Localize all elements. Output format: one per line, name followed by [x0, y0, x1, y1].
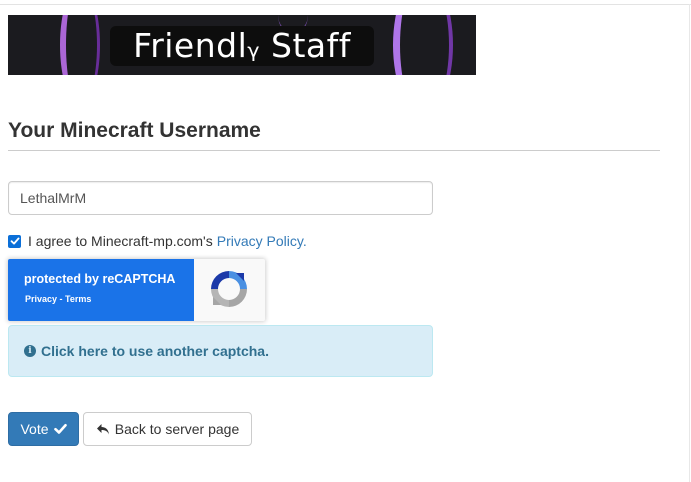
vote-label: Vote: [20, 421, 49, 437]
check-icon: [10, 237, 19, 245]
privacy-agree-row[interactable]: I agree to Minecraft-mp.com's Privacy Po…: [8, 232, 307, 249]
privacy-policy-link[interactable]: Privacy Policy.: [217, 233, 307, 249]
info-circle-icon: i: [24, 345, 36, 357]
top-divider: [0, 4, 691, 5]
section-title: Your Minecraft Username: [8, 119, 261, 142]
vote-button[interactable]: Vote: [8, 412, 79, 446]
username-input[interactable]: [8, 181, 433, 215]
banner-text: Friendlᵧ Staff: [133, 26, 351, 65]
alternate-captcha-link[interactable]: i Click here to use another captcha.: [8, 325, 433, 377]
recaptcha-badge[interactable]: protected by reCAPTCHA Privacy - Terms: [8, 259, 265, 321]
alternate-captcha-text: Click here to use another captcha.: [41, 343, 269, 359]
recaptcha-logo-icon: [211, 271, 247, 307]
check-icon: [53, 423, 67, 434]
server-banner: Friendlᵧ Staff: [8, 15, 476, 75]
right-divider: [689, 4, 690, 482]
banner-glow: [393, 15, 453, 75]
title-divider: [8, 150, 660, 151]
agree-text: I agree to Minecraft-mp.com's: [28, 232, 213, 249]
back-label: Back to server page: [114, 421, 240, 437]
agree-checkbox[interactable]: [8, 234, 21, 248]
banner-glow: [60, 15, 100, 75]
reply-arrow-icon: [96, 423, 109, 434]
recaptcha-protected-text: protected by reCAPTCHA: [24, 272, 176, 286]
back-to-server-button[interactable]: Back to server page: [83, 412, 252, 446]
recaptcha-panel: protected by reCAPTCHA Privacy - Terms: [8, 259, 194, 321]
recaptcha-privacy-terms[interactable]: Privacy - Terms: [25, 294, 91, 304]
